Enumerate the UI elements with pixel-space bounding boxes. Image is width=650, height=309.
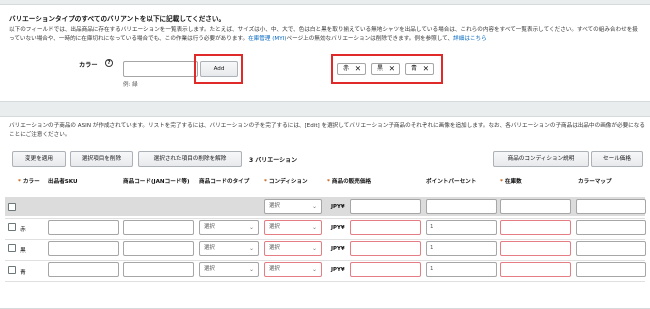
color-label: カラー: [79, 62, 98, 69]
header-color-map: カラーマップ: [578, 179, 612, 185]
product-code-input[interactable]: [123, 241, 194, 256]
bulk-points-input[interactable]: [426, 199, 497, 214]
seller-sku-input[interactable]: [48, 241, 119, 256]
condition-select[interactable]: 選択 ⌄: [264, 220, 322, 235]
remove-chip-icon[interactable]: ✕: [389, 64, 395, 74]
header-condition: * コンディション: [264, 179, 308, 185]
price-input[interactable]: [350, 220, 421, 235]
section-description: 以下のフィールドでは、出品商品に存在するバリエーションを一覧表示します。たとえば…: [9, 27, 638, 42]
color-map-input[interactable]: [576, 220, 646, 235]
color-map-input[interactable]: [576, 241, 646, 256]
seller-sku-input[interactable]: [48, 262, 119, 277]
condition-note-button[interactable]: 商品のコンディション説明: [493, 151, 589, 167]
color-chip-black: 黒 ✕: [371, 63, 400, 75]
product-code-input[interactable]: [123, 262, 194, 277]
points-input[interactable]: 1: [426, 241, 497, 256]
stock-input[interactable]: [500, 241, 571, 256]
row-divider: [5, 260, 645, 261]
stock-input[interactable]: [500, 220, 571, 235]
row-checkbox[interactable]: [8, 266, 16, 274]
code-type-select[interactable]: 選択 ⌄: [199, 220, 259, 235]
add-button[interactable]: Add: [200, 61, 238, 77]
remove-chip-icon[interactable]: ✕: [423, 64, 429, 74]
variation-count: 3 バリエーション: [249, 157, 298, 164]
bulk-currency-label: JPY¥: [331, 204, 345, 210]
points-input[interactable]: 1: [426, 220, 497, 235]
code-type-select[interactable]: 選択 ⌄: [199, 241, 259, 256]
row-divider: [5, 239, 645, 240]
apply-changes-button[interactable]: 変更を適用: [12, 151, 66, 167]
variation-description: バリエーションの子商品の ASIN が作成されています。リストを完了するには、バ…: [9, 123, 645, 138]
price-input[interactable]: [350, 262, 421, 277]
header-color: * カラー: [18, 179, 40, 185]
condition-select[interactable]: 選択 ⌄: [264, 241, 322, 256]
color-chip-red: 赤 ✕: [337, 63, 366, 75]
variation-input-panel: バリエーションタイプのすべてのバリアントを以下に記載してください。 以下のフィー…: [0, 4, 650, 102]
code-type-select[interactable]: 選択 ⌄: [199, 262, 259, 277]
remove-chip-icon[interactable]: ✕: [355, 64, 361, 74]
currency-label: JPY¥: [331, 246, 345, 252]
row-color-label: 青: [20, 270, 26, 276]
bulk-color-map-input[interactable]: [576, 199, 646, 214]
bulk-condition-select[interactable]: 選択 ⌄: [264, 199, 322, 214]
row-color-label: 赤: [20, 227, 26, 233]
bulk-stock-input[interactable]: [500, 199, 571, 214]
header-points: ポイントパーセント: [426, 179, 477, 185]
row-checkbox[interactable]: [8, 223, 16, 231]
delete-selected-button[interactable]: 選択項目を削除: [70, 151, 133, 167]
color-chip-blue: 青 ✕: [405, 63, 434, 75]
header-stock: * 在庫数: [500, 179, 522, 185]
details-link[interactable]: 詳細はこちら: [453, 36, 487, 42]
header-price: * 商品の販売価格: [327, 179, 372, 185]
help-icon[interactable]: ?: [105, 59, 113, 67]
row-color-label: 黒: [20, 248, 26, 254]
row-divider: [5, 218, 645, 219]
undo-delete-button[interactable]: 選択された項目の削除を解除: [138, 151, 242, 167]
points-input[interactable]: 1: [426, 262, 497, 277]
color-input[interactable]: [123, 61, 198, 77]
row-checkbox[interactable]: [8, 244, 16, 252]
color-map-input[interactable]: [576, 262, 646, 277]
currency-label: JPY¥: [331, 267, 345, 273]
section-title: バリエーションタイプのすべてのバリアントを以下に記載してください。: [9, 15, 226, 23]
header-seller-sku: 出品者SKU: [48, 179, 78, 185]
variation-table-panel: バリエーションの子商品の ASIN が作成されています。リストを完了するには、バ…: [0, 116, 650, 309]
select-all-checkbox[interactable]: [8, 203, 16, 211]
price-input[interactable]: [350, 241, 421, 256]
stock-input[interactable]: [500, 262, 571, 277]
condition-select[interactable]: 選択 ⌄: [264, 262, 322, 277]
header-product-code: 商品コード(JANコード等): [123, 179, 190, 185]
bulk-price-input[interactable]: [350, 199, 421, 214]
product-code-input[interactable]: [123, 220, 194, 235]
sale-price-button[interactable]: セール価格: [591, 151, 643, 167]
row-divider: [5, 281, 645, 282]
currency-label: JPY¥: [331, 225, 345, 231]
seller-sku-input[interactable]: [48, 220, 119, 235]
color-example-hint: 例: 緑: [123, 82, 138, 88]
inventory-link[interactable]: 在庫管理 (MYI): [248, 36, 286, 42]
header-code-type: 商品コードのタイプ: [199, 179, 250, 185]
